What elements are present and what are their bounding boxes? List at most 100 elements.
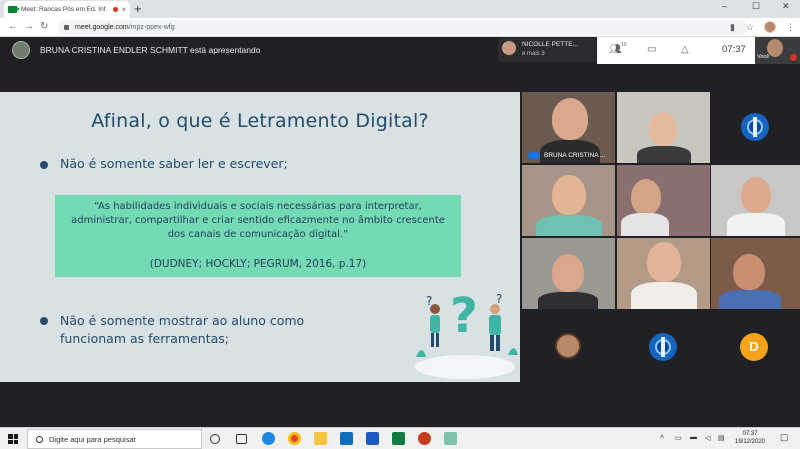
profile-avatar[interactable] [764, 21, 776, 33]
participant-body [631, 282, 697, 309]
language-icon[interactable]: ▤ [718, 434, 725, 442]
participant-tile[interactable] [617, 238, 710, 309]
file-explorer-icon[interactable] [314, 432, 327, 445]
mail-icon[interactable] [340, 432, 353, 445]
system-clock[interactable]: 07:37 19/12/2020 [730, 430, 770, 446]
participant-face [631, 179, 661, 215]
new-tab-button[interactable]: + [134, 2, 142, 16]
university-logo-icon [741, 113, 769, 141]
slide-bullet-2-line-1: Não é somente mostrar ao aluno como [60, 313, 305, 328]
forward-button[interactable]: → [24, 21, 34, 33]
participant-body [637, 146, 691, 163]
participant-body [538, 292, 598, 309]
browser-tab-meet[interactable]: Meet: Rancas Pós em Ed. Inf. × [4, 1, 130, 18]
powerpoint-icon[interactable] [418, 432, 431, 445]
taskbar-search-box[interactable]: Digite aqui para pesquisar [27, 429, 202, 449]
participant-count: 10 [621, 42, 627, 48]
participant-face [552, 175, 586, 215]
participant-avatar [555, 333, 581, 359]
participant-tile[interactable]: D [711, 311, 800, 382]
participant-tile[interactable] [617, 311, 710, 382]
participant-body [719, 290, 781, 309]
participant-initial-avatar: D [740, 333, 768, 361]
participant-face [552, 254, 584, 292]
participant-face [733, 254, 765, 290]
mini-participant-name: NICOLLE PETTE... [522, 41, 578, 48]
notifications-icon[interactable]: ▢ [780, 432, 789, 443]
task-view-icon[interactable] [236, 434, 247, 444]
presenter-avatar [12, 41, 30, 59]
svg-text:?: ? [496, 292, 502, 306]
windows-start-icon[interactable] [8, 434, 18, 444]
browser-tab-strip: Meet: Rancas Pós em Ed. Inf. × + – ☐ ✕ [0, 0, 800, 18]
participant-body [621, 213, 669, 236]
tray-chevron-icon[interactable]: ˄ [660, 434, 664, 441]
participant-tile[interactable] [522, 311, 615, 382]
edge-icon[interactable] [262, 432, 275, 445]
mic-muted-icon[interactable] [790, 54, 797, 61]
slide-title: Afinal, o que é Letramento Digital? [91, 110, 429, 132]
participant-tile[interactable] [522, 238, 615, 309]
address-bar[interactable]: meet.google.com /mpz-ppex-wfg [58, 20, 748, 35]
participant-tile[interactable] [711, 92, 800, 163]
search-icon [36, 435, 43, 443]
participant-avatar [502, 41, 516, 55]
meeting-clock: 07:37 [722, 44, 746, 55]
minimize-button[interactable]: – [722, 1, 727, 11]
meet-header: BRUNA CRISTINA ENDLER SCHMITT está apres… [0, 37, 800, 64]
self-label: Você [757, 54, 770, 60]
quote-text: “As habilidades individuais e sociais ne… [71, 201, 445, 240]
participant-tile[interactable] [711, 165, 800, 236]
mini-participant-more: e mais 3 [522, 51, 545, 57]
cortana-icon[interactable] [210, 434, 220, 444]
paint-icon[interactable] [444, 432, 457, 445]
windows-taskbar: Digite aqui para pesquisar ˄ ▭ ▬ ◁ ▤ 07:… [0, 427, 800, 449]
tab-close-icon[interactable]: × [121, 5, 126, 14]
participant-tile[interactable] [617, 165, 710, 236]
self-view-tile[interactable]: Você [755, 37, 800, 64]
svg-text:?: ? [450, 288, 478, 344]
self-view-face [767, 39, 783, 57]
word-icon[interactable] [366, 432, 379, 445]
quote-box: “As habilidades individuais e sociais ne… [55, 195, 461, 277]
chat-icon[interactable]: ▭ [647, 44, 656, 55]
presenter-banner: BRUNA CRISTINA ENDLER SCHMITT está apres… [40, 45, 261, 55]
main-stage: Afinal, o que é Letramento Digital? Não … [0, 64, 800, 424]
search-placeholder: Digite aqui para pesquisar [49, 434, 137, 444]
excel-icon[interactable] [392, 432, 405, 445]
maximize-button[interactable]: ☐ [752, 1, 760, 12]
participant-face [647, 242, 681, 282]
close-window-button[interactable]: ✕ [782, 1, 790, 12]
slide-bullet-2-line-2: funcionam as ferramentas; [60, 331, 230, 346]
meet-controls: 👥︎ 10 ▭ △ 07:37 [597, 37, 755, 64]
bookmark-star-icon[interactable]: ☆ [746, 22, 754, 33]
chrome-icon[interactable] [288, 432, 301, 445]
activities-icon[interactable]: △ [681, 44, 689, 55]
system-date: 19/12/2020 [734, 439, 766, 445]
bullet-icon [40, 317, 48, 325]
tab-title: Meet: Rancas Pós em Ed. Inf. [21, 6, 108, 13]
browser-toolbar: ← → ↻ meet.google.com /mpz-ppex-wfg ▮ ☆ … [0, 18, 800, 37]
participant-name: BRUNA CRISTINA ... [544, 152, 606, 159]
recording-dot-icon [113, 7, 119, 12]
bullet-icon [40, 161, 48, 169]
participant-tile[interactable] [711, 238, 800, 309]
people-icon[interactable]: 👥︎ [609, 44, 622, 55]
question-people-illustration: ? ? ? [415, 288, 518, 379]
network-icon[interactable]: ▭ [675, 434, 682, 442]
participant-face [649, 112, 677, 146]
url-domain: meet.google.com [75, 24, 129, 31]
participant-body [536, 215, 602, 236]
camera-indicator-icon[interactable]: ▮ [730, 22, 735, 33]
participant-body [727, 213, 785, 236]
lock-icon [64, 25, 69, 30]
back-button[interactable]: ← [8, 21, 18, 33]
browser-menu-icon[interactable]: ⋮ [786, 22, 795, 33]
volume-icon[interactable]: ◁ [705, 434, 710, 442]
reload-button[interactable]: ↻ [40, 21, 48, 33]
mini-participant-tile[interactable]: NICOLLE PETTE... e mais 3 [498, 38, 596, 62]
participant-tile[interactable] [617, 92, 710, 163]
participant-tile[interactable]: BRUNA CRISTINA ... [522, 92, 615, 163]
battery-icon[interactable]: ▬ [690, 434, 697, 441]
participant-tile[interactable] [522, 165, 615, 236]
